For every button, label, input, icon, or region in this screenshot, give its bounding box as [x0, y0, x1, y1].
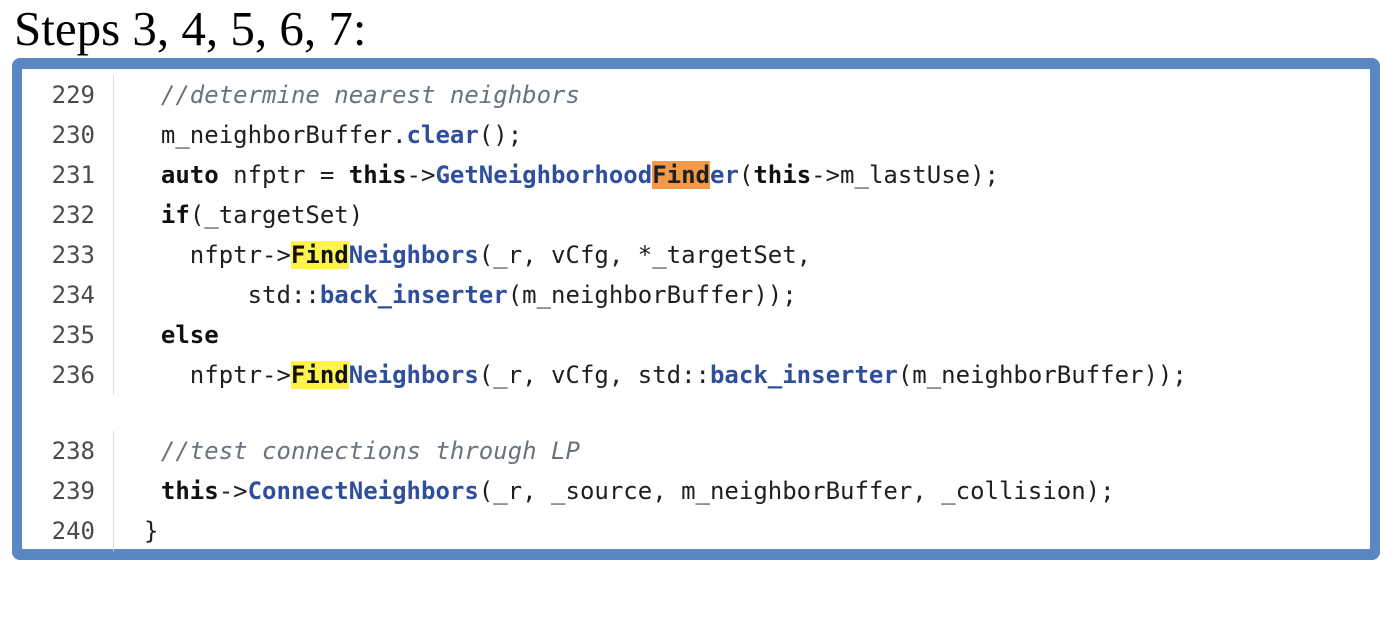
line-number: 238: [22, 431, 114, 471]
search-match: Find: [290, 361, 349, 389]
code-token: ();: [478, 121, 523, 149]
keyword: auto: [160, 161, 219, 189]
code-token: nfptr->: [189, 241, 291, 269]
keyword: this: [160, 477, 219, 505]
code-line: 240 }: [22, 511, 1370, 551]
code-token: (m_neighborBuffer));: [897, 361, 1187, 389]
line-content: else: [132, 315, 219, 355]
line-number: 240: [22, 511, 114, 551]
gutter-gap: [22, 395, 114, 431]
code-line: 233 nfptr->FindNeighbors(_r, vCfg, *_tar…: [22, 235, 1370, 275]
line-number: 236: [22, 355, 114, 395]
function-name: back_inserter: [709, 361, 898, 389]
code-token: (_targetSet): [189, 201, 364, 229]
line-content: //determine nearest neighbors: [132, 75, 580, 115]
line-number: 233: [22, 235, 114, 275]
search-match-current: Find: [652, 161, 710, 189]
line-gap: [22, 395, 1370, 431]
code-token: ->: [218, 477, 248, 505]
code-line: 239 this->ConnectNeighbors(_r, _source, …: [22, 471, 1370, 511]
function-name: ConnectNeighbors: [247, 477, 479, 505]
code-token: nfptr->: [189, 361, 291, 389]
function-name: er: [710, 161, 739, 189]
code-block: 229 //determine nearest neighbors 230 m_…: [22, 75, 1370, 551]
line-number: 232: [22, 195, 114, 235]
function-name: clear: [406, 121, 479, 149]
code-token: m_neighborBuffer.: [160, 121, 407, 149]
code-line: 236 nfptr->FindNeighbors(_r, vCfg, std::…: [22, 355, 1370, 395]
line-number: 235: [22, 315, 114, 355]
function-name: Neighbors: [348, 361, 479, 389]
code-viewer: 229 //determine nearest neighbors 230 m_…: [22, 69, 1370, 551]
function-name: Neighbors: [348, 241, 479, 269]
line-number: 230: [22, 115, 114, 155]
line-content: this->ConnectNeighbors(_r, _source, m_ne…: [132, 471, 1115, 511]
line-content: m_neighborBuffer.clear();: [132, 115, 522, 155]
page-title: Steps 3, 4, 5, 6, 7:: [14, 1, 367, 56]
code-line: 234 std::back_inserter(m_neighborBuffer)…: [22, 275, 1370, 315]
keyword: this: [753, 161, 812, 189]
line-content: nfptr->FindNeighbors(_r, vCfg, *_targetS…: [132, 235, 811, 275]
line-content: if(_targetSet): [132, 195, 363, 235]
code-frame: 229 //determine nearest neighbors 230 m_…: [12, 58, 1380, 560]
function-name: GetNeighborhood: [435, 161, 653, 189]
code-token: (: [738, 161, 754, 189]
code-line: 235 else: [22, 315, 1370, 355]
code-token: std::: [247, 281, 320, 309]
code-token: (_r, vCfg, std::: [478, 361, 710, 389]
comment: //test connections through LP: [160, 437, 580, 465]
keyword: else: [160, 321, 219, 349]
code-token: (_r, vCfg, *_targetSet,: [478, 241, 812, 269]
line-content: std::back_inserter(m_neighborBuffer));: [132, 275, 797, 315]
line-number: 239: [22, 471, 114, 511]
keyword: if: [160, 201, 190, 229]
code-token: }: [144, 517, 159, 545]
code-token: ->: [406, 161, 436, 189]
function-name: back_inserter: [319, 281, 508, 309]
line-content: nfptr->FindNeighbors(_r, vCfg, std::back…: [132, 355, 1187, 395]
comment: //determine nearest neighbors: [160, 81, 580, 109]
keyword: this: [348, 161, 407, 189]
code-token: ->m_lastUse);: [811, 161, 999, 189]
code-token: (m_neighborBuffer));: [507, 281, 797, 309]
line-number: 229: [22, 75, 114, 115]
code-line: 232 if(_targetSet): [22, 195, 1370, 235]
line-content: auto nfptr = this->GetNeighborhoodFinder…: [132, 155, 999, 195]
code-token: (_r, _source, m_neighborBuffer, _collisi…: [478, 477, 1115, 505]
line-content: }: [144, 511, 158, 551]
line-content: //test connections through LP: [132, 431, 580, 471]
code-line: 230 m_neighborBuffer.clear();: [22, 115, 1370, 155]
search-match: Find: [290, 241, 349, 269]
line-number: 234: [22, 275, 114, 315]
line-number: 231: [22, 155, 114, 195]
code-line: 231 auto nfptr = this->GetNeighborhoodFi…: [22, 155, 1370, 195]
code-line: 229 //determine nearest neighbors: [22, 75, 1370, 115]
code-line: 238 //test connections through LP: [22, 431, 1370, 471]
code-token: nfptr =: [218, 161, 349, 189]
